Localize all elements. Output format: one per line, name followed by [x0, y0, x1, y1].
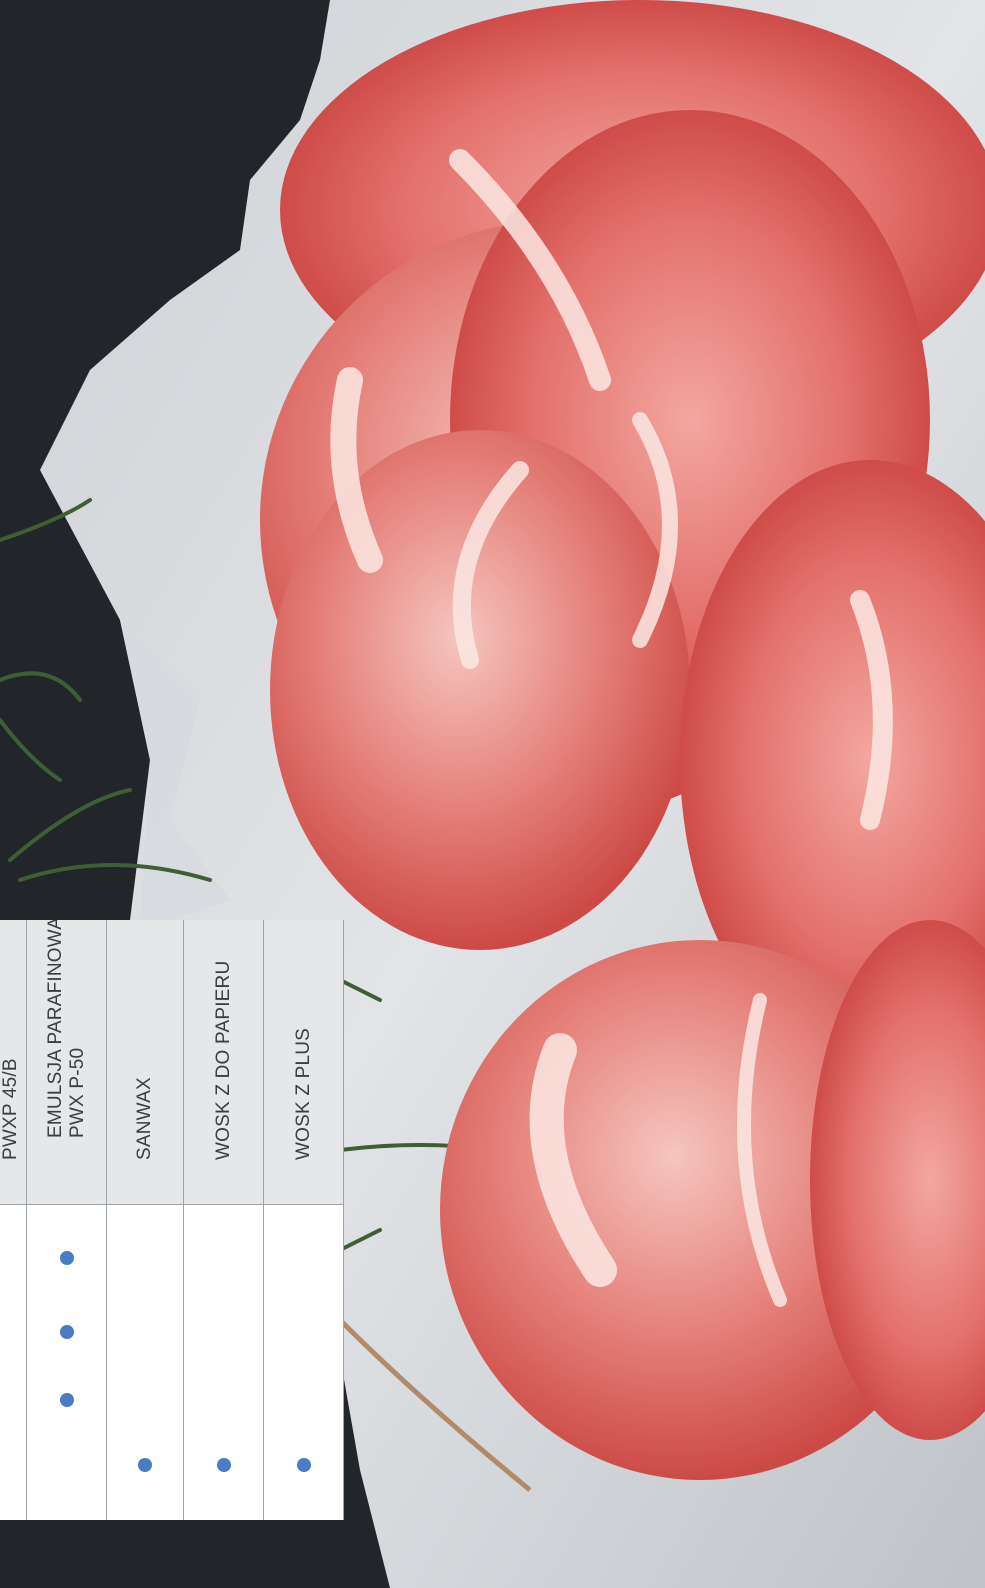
checkmark-dot [59, 1251, 74, 1265]
column-body [264, 1205, 343, 1520]
column-body [107, 1205, 183, 1520]
column-label: SANWAX [134, 1077, 156, 1160]
checkmark-dot [59, 1325, 74, 1339]
column-label: WOSK Z PLUS [293, 1028, 315, 1160]
column-label: WOSK Z DO PAPIERU [213, 961, 235, 1160]
table-column: WOSK Z DO PAPIERU [184, 920, 264, 1520]
column-label: PWXP 45/B [0, 1058, 22, 1160]
table-column: SANWAX [107, 920, 184, 1520]
column-body [0, 1205, 26, 1520]
column-header: EMULSJA PARAFINOWA PWX P-50 [27, 920, 106, 1205]
column-header: PWXP 45/B [0, 920, 26, 1205]
column-label-line: WOSK Z DO PAPIERU [212, 960, 234, 1160]
column-label: EMULSJA PARAFINOWA PWX P-50 [45, 920, 89, 1138]
checkmark-dot [138, 1458, 152, 1472]
checkmark-dot [296, 1458, 311, 1472]
column-body [184, 1205, 263, 1520]
table-column: EMULSJA PARAFINOWA PWX P-50 [27, 920, 107, 1520]
column-label-line: PWXP 45/B [0, 1058, 21, 1160]
checkmark-dot [216, 1458, 231, 1472]
column-label-line: WOSK Z PLUS [292, 1027, 314, 1160]
product-table: PWXP 45/B EMULSJA PARAFINOWA PWX P-50 SA… [0, 920, 344, 1520]
column-label-line: SANWAX [134, 1077, 155, 1160]
page: PWXP 45/B EMULSJA PARAFINOWA PWX P-50 SA… [0, 0, 985, 1588]
checkmark-dot [59, 1393, 74, 1407]
column-label-line: EMULSJA PARAFINOWA [44, 920, 66, 1138]
column-header: SANWAX [107, 920, 183, 1205]
column-label-line: PWX P-50 [66, 1047, 88, 1138]
table-column: WOSK Z PLUS [264, 920, 344, 1520]
column-body [27, 1205, 106, 1520]
table-column: PWXP 45/B [0, 920, 27, 1520]
column-header: WOSK Z PLUS [264, 920, 343, 1205]
column-header: WOSK Z DO PAPIERU [184, 920, 263, 1205]
